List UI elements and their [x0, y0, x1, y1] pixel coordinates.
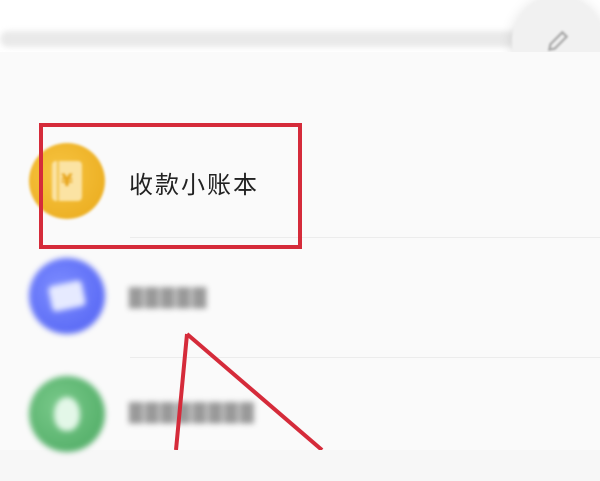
list-item-label-blurred: █████ [129, 288, 209, 309]
pencil-icon [547, 30, 569, 52]
docs-icon [29, 258, 105, 334]
tool-icon [29, 376, 105, 452]
list-item-label-blurred: ████████ [129, 403, 256, 424]
search-bar[interactable] [0, 31, 560, 47]
highlight-box [39, 123, 302, 249]
top-bar [0, 0, 600, 52]
